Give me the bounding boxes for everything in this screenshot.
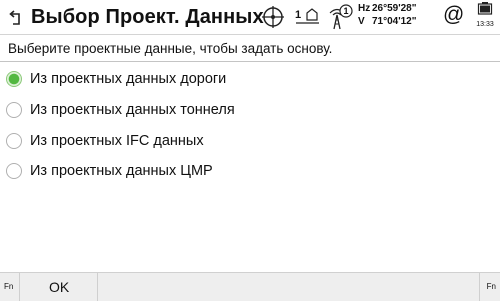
- bottom-toolbar: Fn OK Fn: [0, 272, 500, 301]
- option-label: Из проектных данных тоннеля: [30, 102, 235, 118]
- back-button[interactable]: [3, 5, 25, 29]
- option-road-design-data[interactable]: Из проектных данных дороги: [6, 67, 306, 91]
- angle-readout: Hz 26°59'28" V 71°04'12": [358, 2, 417, 28]
- fn-key-left[interactable]: Fn: [4, 282, 13, 292]
- v-label: V: [358, 16, 365, 27]
- toolbar-divider: [479, 273, 480, 301]
- radio-dtm-design-data[interactable]: [6, 163, 22, 179]
- level-target-icon[interactable]: [260, 3, 286, 31]
- option-label: Из проектных данных дороги: [30, 71, 227, 87]
- clock-time: 13:33: [476, 21, 494, 28]
- option-dtm-design-data[interactable]: Из проектных данных ЦМР: [6, 159, 306, 183]
- radio-tunnel-design-data[interactable]: [6, 102, 22, 118]
- satellite-status[interactable]: 1: [324, 3, 354, 33]
- radio-ifc-design-data[interactable]: [6, 133, 22, 149]
- title-bar: Выбор Проект. Данных 1 1 Hz 26°59'28" V 71…: [0, 0, 500, 35]
- prism-icon: [296, 8, 319, 24]
- prism-status[interactable]: 1: [295, 3, 321, 31]
- satellite-tower-icon: [329, 4, 353, 30]
- ok-button[interactable]: OK: [49, 279, 69, 295]
- back-icon: [9, 10, 20, 25]
- divider: [0, 61, 500, 62]
- battery-icon: [477, 2, 493, 15]
- fn-key-right[interactable]: Fn: [487, 282, 496, 292]
- at-icon[interactable]: @: [443, 3, 464, 27]
- option-label: Из проектных IFC данных: [30, 133, 204, 149]
- option-ifc-design-data[interactable]: Из проектных IFC данных: [6, 129, 306, 153]
- toolbar-divider: [19, 273, 20, 301]
- hz-value: 26°59'28": [372, 3, 417, 14]
- option-label: Из проектных данных ЦМР: [30, 163, 213, 179]
- battery-status[interactable]: 13:33: [472, 2, 498, 29]
- instruction-text: Выберите проектные данные, чтобы задать …: [8, 41, 333, 56]
- v-value: 71°04'12": [372, 16, 417, 27]
- radio-road-design-data[interactable]: [6, 71, 22, 87]
- toolbar-divider: [97, 273, 98, 301]
- hz-label: Hz: [358, 3, 371, 14]
- option-tunnel-design-data[interactable]: Из проектных данных тоннеля: [6, 98, 306, 122]
- page-title: Выбор Проект. Данных: [31, 6, 264, 28]
- satellite-count: 1: [343, 6, 349, 16]
